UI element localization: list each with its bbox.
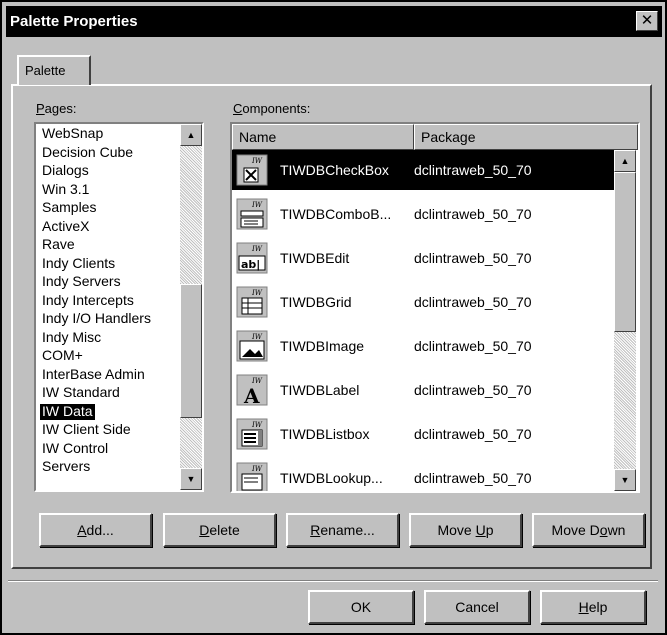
svg-text:ab|: ab| bbox=[241, 258, 260, 271]
page-list-item[interactable]: Indy Intercepts bbox=[40, 292, 136, 309]
ok-button[interactable]: OK bbox=[308, 590, 414, 624]
scroll-up-arrow-icon[interactable]: ▲ bbox=[180, 124, 202, 146]
pages-label: Pages: bbox=[36, 101, 77, 116]
svg-text:A: A bbox=[243, 384, 260, 406]
add-button[interactable]: Add... bbox=[39, 513, 152, 547]
page-list-item[interactable]: WebSnap bbox=[40, 126, 105, 142]
move-down-button[interactable]: Move Down bbox=[532, 513, 645, 547]
component-row[interactable]: IW TIWDBLookup... dclintraweb_50_70 bbox=[232, 458, 616, 491]
component-name: TIWDBComboB... bbox=[280, 206, 392, 222]
page-list-item[interactable]: Indy Servers bbox=[40, 274, 123, 290]
page-list-item[interactable]: IW Client Side bbox=[40, 422, 133, 438]
component-name: TIWDBImage bbox=[280, 338, 365, 354]
svg-text:IW: IW bbox=[251, 465, 263, 473]
component-package: dclintraweb_50_70 bbox=[414, 206, 532, 222]
page-list-item[interactable]: Indy I/O Handlers bbox=[40, 311, 153, 327]
page-list-item[interactable]: IW Control bbox=[40, 440, 110, 457]
pages-scrollbar[interactable]: ▲ ▼ bbox=[180, 124, 202, 490]
pages-listbox[interactable]: WebSnap Decision Cube Dialogs Win 3.1 Sample… bbox=[34, 122, 204, 492]
scroll-thumb[interactable] bbox=[614, 172, 636, 332]
components-label: Components: bbox=[233, 101, 311, 116]
svg-text:IW: IW bbox=[251, 421, 263, 429]
column-header-name[interactable]: Name bbox=[232, 124, 414, 150]
component-row[interactable]: IW TIWDBImage dclintraweb_50_70 bbox=[232, 326, 616, 366]
window-title: Palette Properties bbox=[10, 13, 138, 30]
column-header-package[interactable]: Package bbox=[414, 124, 638, 150]
page-list-item[interactable]: Rave bbox=[40, 237, 77, 253]
svg-text:IW: IW bbox=[251, 201, 263, 209]
component-package: dclintraweb_50_70 bbox=[414, 162, 532, 178]
component-name: TIWDBListbox bbox=[280, 426, 370, 442]
checkbox-icon: IW bbox=[236, 154, 268, 186]
component-package: dclintraweb_50_70 bbox=[414, 338, 532, 354]
svg-text:IW: IW bbox=[251, 333, 263, 341]
page-list-item[interactable]: COM+ bbox=[40, 348, 85, 364]
scroll-up-arrow-icon[interactable]: ▲ bbox=[614, 150, 636, 172]
component-name: TIWDBCheckBox bbox=[280, 162, 389, 178]
page-list-item[interactable]: Dialogs bbox=[40, 163, 91, 179]
page-list-item[interactable]: Servers bbox=[40, 459, 92, 475]
combobox-icon: IW bbox=[236, 198, 268, 230]
svg-text:IW: IW bbox=[251, 289, 263, 297]
page-list-item[interactable]: IW Standard bbox=[40, 385, 122, 401]
label-icon: IW A bbox=[236, 374, 268, 408]
component-name: TIWDBGrid bbox=[280, 294, 352, 310]
svg-text:IW: IW bbox=[251, 245, 263, 253]
close-button[interactable]: ✕ bbox=[636, 11, 658, 31]
component-name: TIWDBLabel bbox=[280, 382, 360, 398]
move-up-button[interactable]: Move Up bbox=[409, 513, 522, 547]
page-list-item[interactable]: ActiveX bbox=[40, 218, 91, 235]
scroll-thumb[interactable] bbox=[180, 284, 202, 418]
component-row[interactable]: IW A TIWDBLabel dclintraweb_50_70 bbox=[232, 370, 616, 410]
components-listview[interactable]: Name Package IW TIWDBCheckBox dclintraweb_… bbox=[230, 122, 640, 493]
component-package: dclintraweb_50_70 bbox=[414, 470, 532, 486]
component-row[interactable]: IW TIWDBCheckBox dclintraweb_50_70 bbox=[232, 150, 616, 190]
component-row[interactable]: IW TIWDBListbox dclintraweb_50_70 bbox=[232, 414, 616, 454]
component-package: dclintraweb_50_70 bbox=[414, 250, 532, 266]
component-row[interactable]: IW TIWDBGrid dclintraweb_50_70 bbox=[232, 282, 616, 322]
tab-palette[interactable]: Palette bbox=[17, 55, 91, 85]
component-row[interactable]: IW ab| TIWDBEdit dclintraweb_50_70 bbox=[232, 238, 616, 278]
rename-button[interactable]: Rename... bbox=[286, 513, 399, 547]
component-package: dclintraweb_50_70 bbox=[414, 426, 532, 442]
component-package: dclintraweb_50_70 bbox=[414, 382, 532, 398]
separator bbox=[8, 580, 658, 582]
component-name: TIWDBEdit bbox=[280, 250, 350, 266]
page-list-item[interactable]: Samples bbox=[40, 200, 98, 216]
listbox-icon: IW bbox=[236, 418, 268, 450]
component-package: dclintraweb_50_70 bbox=[414, 294, 532, 310]
page-list-item[interactable]: Decision Cube bbox=[40, 144, 135, 161]
page-list-item[interactable]: Indy Clients bbox=[40, 255, 117, 272]
page-list-item[interactable]: Indy Misc bbox=[40, 329, 103, 346]
svg-text:IW: IW bbox=[251, 157, 263, 165]
edit-icon: IW ab| bbox=[236, 242, 268, 274]
page-list-item[interactable]: IW Data bbox=[40, 403, 95, 420]
lookup-icon: IW bbox=[236, 462, 268, 491]
help-button[interactable]: Help bbox=[540, 590, 646, 624]
components-scrollbar[interactable]: ▲ ▼ bbox=[614, 150, 636, 491]
title-bar[interactable]: Palette Properties ✕ bbox=[6, 6, 662, 37]
component-row[interactable]: IW TIWDBComboB... dclintraweb_50_70 bbox=[232, 194, 616, 234]
cancel-button[interactable]: Cancel bbox=[424, 590, 530, 624]
scroll-down-arrow-icon[interactable]: ▼ bbox=[180, 468, 202, 490]
page-list-item[interactable]: Win 3.1 bbox=[40, 181, 91, 198]
page-list-item[interactable]: InterBase Admin bbox=[40, 366, 147, 383]
image-icon: IW bbox=[236, 330, 268, 362]
grid-icon: IW bbox=[236, 286, 268, 318]
component-name: TIWDBLookup... bbox=[280, 470, 383, 486]
delete-button[interactable]: Delete bbox=[163, 513, 276, 547]
scroll-down-arrow-icon[interactable]: ▼ bbox=[614, 469, 636, 491]
